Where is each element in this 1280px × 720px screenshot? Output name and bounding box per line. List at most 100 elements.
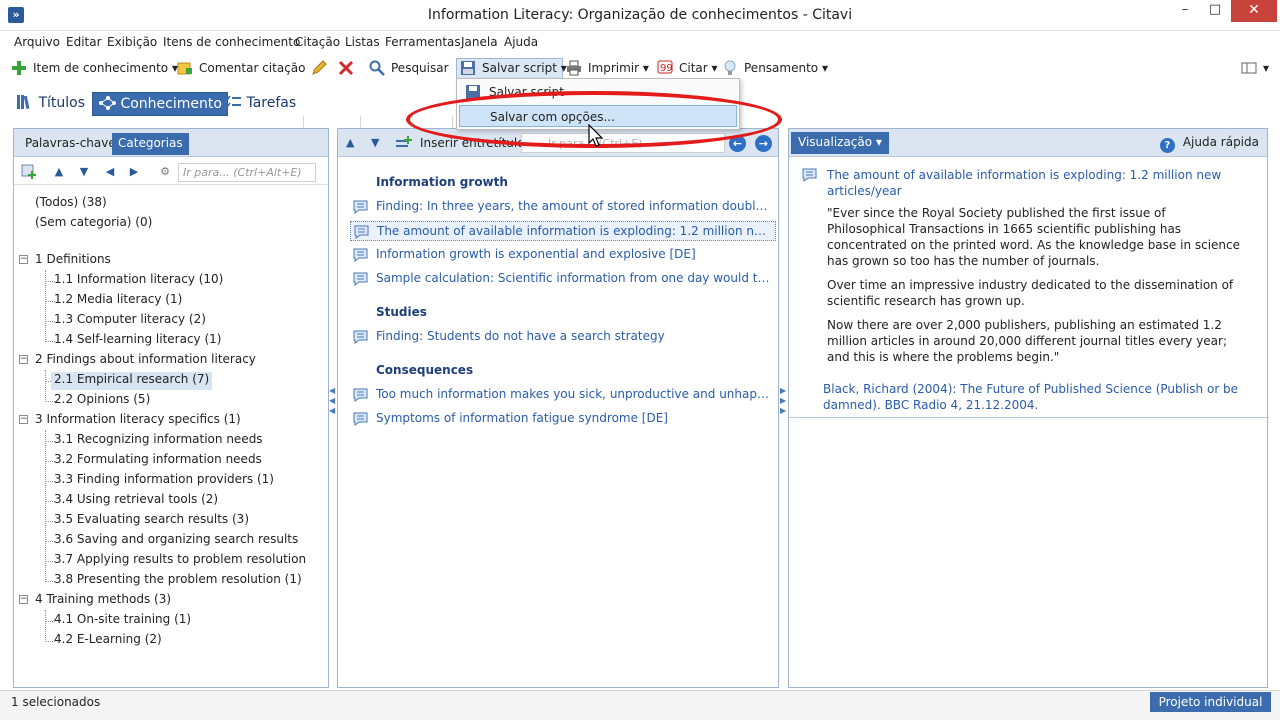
tree-category[interactable]: 3 Information literacy specifics (1) xyxy=(35,412,241,430)
imprimir-button[interactable]: Imprimir ▾ xyxy=(566,60,649,78)
dropdown-salvar-script[interactable]: Salvar script xyxy=(459,81,737,103)
tree-subcategory[interactable]: 1.1 Information literacy (10) xyxy=(54,272,223,290)
category-search-input[interactable]: Ir para... (Ctrl+Alt+E) xyxy=(178,163,316,182)
tree-subcategory[interactable]: 2.1 Empirical research (7) xyxy=(51,372,213,390)
tree-subcategory[interactable]: 1.3 Computer literacy (2) xyxy=(54,312,206,330)
minimize-button[interactable]: – xyxy=(1170,0,1200,22)
settings-gear-icon[interactable]: ⚙ xyxy=(158,165,172,179)
visualizacao-dropdown[interactable]: Visualização ▾ xyxy=(791,132,889,154)
mode-conhecimento-label: Conhecimento xyxy=(120,96,222,112)
menu-exibicao[interactable]: Exibição xyxy=(107,35,157,49)
save-script-icon xyxy=(461,61,475,75)
tree-subcategory[interactable]: 4.2 E-Learning (2) xyxy=(54,632,162,650)
menu-bar: Arquivo Editar Exibição Itens de conheci… xyxy=(0,33,1280,53)
menu-ferramentas[interactable]: Ferramentas xyxy=(385,35,461,49)
tree-subcategory[interactable]: 1.4 Self-learning literacy (1) xyxy=(54,332,221,350)
nav-back-icon[interactable]: ← xyxy=(729,135,746,152)
tree-item[interactable]: (Todos) (38) xyxy=(35,195,107,213)
insert-heading-icon xyxy=(396,136,412,147)
knowledge-item[interactable]: Too much information makes you sick, unp… xyxy=(350,385,776,405)
tree-subcategory[interactable]: 2.2 Opinions (5) xyxy=(54,392,150,410)
knowledge-item-label: Too much information makes you sick, unp… xyxy=(376,387,772,401)
tree-subcategory[interactable]: 3.2 Formulating information needs xyxy=(54,452,262,470)
books-icon xyxy=(17,95,30,110)
title-bar: » Information Literacy: Organização de c… xyxy=(0,0,1280,31)
knowledge-heading[interactable]: Studies xyxy=(376,305,427,319)
window-title: Information Literacy: Organização de con… xyxy=(427,7,853,23)
tree-subcategory[interactable]: 3.5 Evaluating search results (3) xyxy=(54,512,249,530)
tree-subcategory[interactable]: 1.2 Media literacy (1) xyxy=(54,292,182,310)
knowledge-item[interactable]: Finding: Students do not have a search s… xyxy=(350,327,776,347)
plus-icon xyxy=(12,61,26,75)
collapse-toggle-icon[interactable]: − xyxy=(19,355,28,364)
tree-subcategory[interactable]: 3.6 Saving and organizing search results xyxy=(54,532,298,550)
collapse-toggle-icon[interactable]: − xyxy=(19,415,28,424)
tree-subcategory[interactable]: 3.7 Applying results to problem resoluti… xyxy=(54,552,306,570)
tree-subcategory[interactable]: 4.1 On-site training (1) xyxy=(54,612,191,630)
visualizacao-label: Visualização xyxy=(798,135,873,149)
collapse-toggle-icon[interactable]: − xyxy=(19,595,28,604)
knowledge-item[interactable]: Information growth is exponential and ex… xyxy=(350,245,776,265)
knowledge-heading[interactable]: Consequences xyxy=(376,363,473,377)
move-left-icon[interactable]: ◀ xyxy=(103,165,117,179)
tree-subcategory[interactable]: 3.4 Using retrieval tools (2) xyxy=(54,492,218,510)
tree-subcategory[interactable]: 3.8 Presenting the problem resolution (1… xyxy=(54,572,302,590)
citar-button[interactable]: 99 Citar ▾ xyxy=(657,60,718,78)
knowledge-item[interactable]: Sample calculation: Scientific informati… xyxy=(350,269,776,289)
tab-palavras-chave[interactable]: Palavras-chave xyxy=(19,133,122,155)
maximize-button[interactable]: □ xyxy=(1200,0,1230,22)
svg-text:99: 99 xyxy=(660,63,673,74)
menu-janela[interactable]: Janela xyxy=(461,35,498,49)
item-conhecimento-button[interactable]: Item de conhecimento ▾ xyxy=(11,60,178,78)
mode-conhecimento[interactable]: Conhecimento xyxy=(92,92,228,116)
left-splitter-handle[interactable]: ◀ ◀ ◀ xyxy=(329,386,335,430)
right-splitter-handle[interactable]: ▶ ▶ ▶ xyxy=(780,386,786,430)
inserir-entretitulo-button[interactable]: Inserir entretítulo xyxy=(420,136,525,150)
mode-titulos[interactable]: Títulos xyxy=(11,92,90,116)
move-right-icon[interactable]: ▶ xyxy=(127,165,141,179)
menu-citacao[interactable]: Citação xyxy=(295,35,340,49)
move-up-icon[interactable]: ▲ xyxy=(52,165,66,179)
add-category-icon[interactable] xyxy=(21,164,37,180)
delete-button[interactable] xyxy=(338,60,360,78)
knowledge-item[interactable]: The amount of available information is e… xyxy=(350,221,776,241)
knowledge-item[interactable]: Symptoms of information fatigue syndrome… xyxy=(350,409,776,429)
menu-editar[interactable]: Editar xyxy=(66,35,102,49)
preview-title[interactable]: The amount of available information is e… xyxy=(827,167,1247,199)
ajuda-rapida-button[interactable]: ? Ajuda rápida xyxy=(1159,135,1259,153)
project-type-button[interactable]: Projeto individual xyxy=(1150,692,1271,712)
edit-button[interactable] xyxy=(311,60,333,78)
tree-category[interactable]: 2 Findings about information literacy xyxy=(35,352,256,370)
layout-icon xyxy=(1241,62,1257,74)
knowledge-item[interactable]: Finding: In three years, the amount of s… xyxy=(350,197,776,217)
menu-arquivo[interactable]: Arquivo xyxy=(14,35,60,49)
dropdown-salvar-script-label: Salvar script xyxy=(489,85,564,99)
knowledge-heading[interactable]: Information growth xyxy=(376,175,508,189)
tree-category[interactable]: 4 Training methods (3) xyxy=(35,592,171,610)
move-down-icon[interactable]: ▼ xyxy=(371,136,379,149)
network-icon xyxy=(99,96,116,110)
knowledge-search-input[interactable]: Ir para... (Ctrl+E) xyxy=(521,133,725,153)
move-up-icon[interactable]: ▲ xyxy=(346,136,354,149)
tree-category[interactable]: 1 Definitions xyxy=(35,252,111,270)
pensamento-button[interactable]: Pensamento ▾ xyxy=(722,60,828,78)
mode-tarefas[interactable]: Tarefas xyxy=(219,92,301,116)
salvar-script-button[interactable]: Salvar script ▾ xyxy=(460,60,567,78)
close-button[interactable]: ✕ xyxy=(1231,0,1277,22)
tree-subcategory[interactable]: 3.1 Recognizing information needs xyxy=(54,432,263,450)
move-down-icon[interactable]: ▼ xyxy=(77,165,91,179)
menu-ajuda[interactable]: Ajuda xyxy=(504,35,538,49)
tree-subcategory[interactable]: 3.3 Finding information providers (1) xyxy=(54,472,274,490)
menu-listas[interactable]: Listas xyxy=(345,35,380,49)
pesquisar-button[interactable]: Pesquisar xyxy=(369,60,449,78)
preview-source-link[interactable]: Black, Richard (2004): The Future of Pub… xyxy=(823,381,1253,413)
tab-categorias[interactable]: Categorias xyxy=(112,133,189,155)
menu-itens-conhecimento[interactable]: Itens de conhecimento xyxy=(163,35,300,49)
nav-forward-icon[interactable]: → xyxy=(755,135,772,152)
citar-label: Citar xyxy=(679,61,708,75)
categories-panel-header: Palavras-chave Categorias xyxy=(14,129,328,157)
tree-item[interactable]: (Sem categoria) (0) xyxy=(35,215,152,233)
layout-toggle-button[interactable]: ▾ xyxy=(1241,60,1269,78)
comentar-citacao-button[interactable]: Comentar citação xyxy=(177,60,306,78)
collapse-toggle-icon[interactable]: − xyxy=(19,255,28,264)
